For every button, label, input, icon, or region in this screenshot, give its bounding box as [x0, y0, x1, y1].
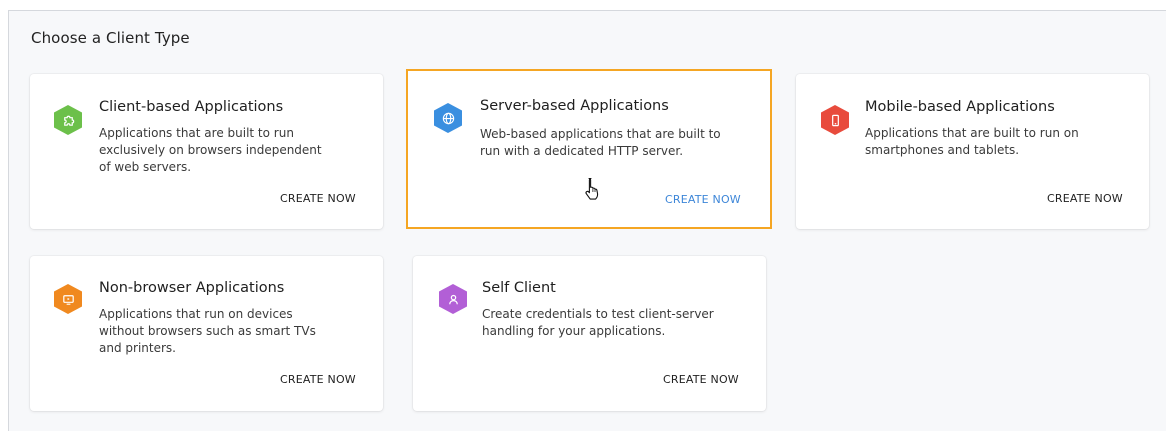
card-non-browser[interactable]: Non-browser Applications Applications th…: [30, 256, 383, 411]
mobile-phone-icon: [821, 105, 849, 135]
card-title: Self Client: [482, 280, 556, 296]
card-title: Client-based Applications: [99, 99, 284, 115]
hand-pointer-icon: [585, 177, 599, 200]
card-self-client[interactable]: Self Client Create credentials to test c…: [413, 256, 766, 411]
card-title: Mobile-based Applications: [865, 99, 1055, 115]
card-description: Applications that are built to run on sm…: [865, 126, 1079, 157]
create-now-button[interactable]: CREATE NOW: [663, 373, 739, 386]
card-client-based[interactable]: Client-based Applications Applications t…: [30, 74, 383, 229]
page-title: Choose a Client Type: [31, 29, 190, 47]
card-description: Applications that run on devices without…: [99, 307, 316, 355]
create-now-button[interactable]: CREATE NOW: [1047, 192, 1123, 205]
card-server-based[interactable]: Server-based Applications Web-based appl…: [406, 69, 772, 229]
card-mobile-based[interactable]: Mobile-based Applications Applications t…: [796, 74, 1149, 229]
globe-icon: [434, 103, 462, 133]
card-description: Applications that are built to run exclu…: [99, 126, 322, 174]
create-now-button[interactable]: CREATE NOW: [665, 193, 741, 206]
card-description: Web-based applications that are built to…: [480, 127, 721, 158]
tv-icon: [54, 284, 82, 314]
puzzle-icon: [54, 105, 82, 135]
create-now-button[interactable]: CREATE NOW: [280, 192, 356, 205]
card-title: Server-based Applications: [480, 98, 669, 114]
user-icon: [439, 284, 467, 314]
card-description: Create credentials to test client-server…: [482, 307, 714, 338]
card-title: Non-browser Applications: [99, 280, 285, 296]
create-now-button[interactable]: CREATE NOW: [280, 373, 356, 386]
